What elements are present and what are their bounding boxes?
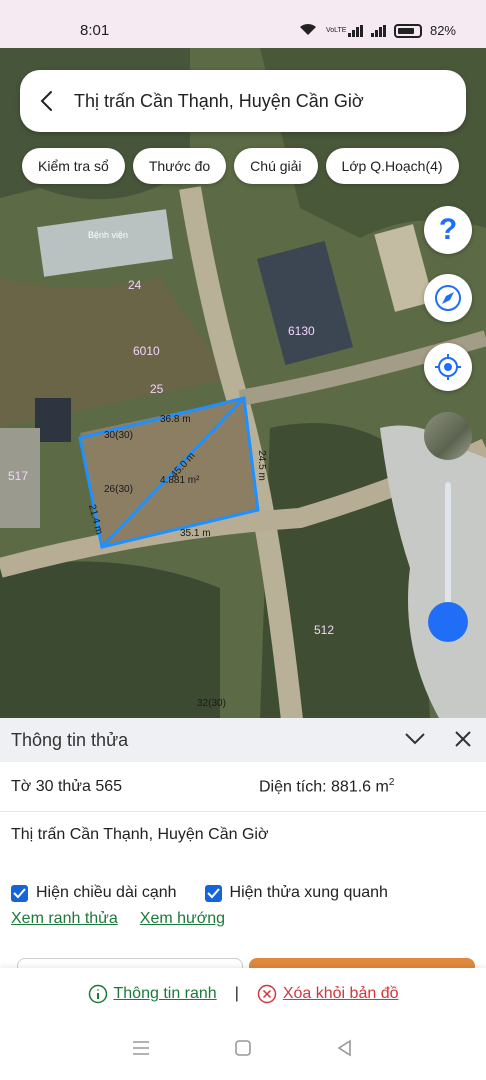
show-edge-length-checkbox[interactable]: Hiện chiều dài cạnh: [11, 884, 177, 902]
footer-actions: Thông tin ranh | Xóa khỏi bản đồ: [0, 968, 486, 1020]
menu-icon[interactable]: [132, 1040, 150, 1061]
parcel-label: 26(30): [104, 484, 133, 495]
checkbox-checked-icon: [11, 884, 28, 902]
map-chip-row: Kiểm tra sổ Thước đo Chú giải Lớp Q.Hoạc…: [22, 148, 459, 184]
parcel-info-sheet: Thông tin thửa Tờ 30 thửa 565 Diện tích:…: [0, 718, 486, 968]
location-title: Thị trấn Cần Thạnh, Huyện Cần Giờ: [74, 90, 364, 111]
opacity-slider-thumb[interactable]: [428, 602, 468, 642]
parcel-area-label: 4.881 m²: [160, 475, 200, 486]
parcel-label: 6010: [133, 344, 160, 358]
parcel-label: 517: [8, 469, 29, 483]
battery-icon: [393, 23, 422, 38]
parcel-label: 30(30): [104, 430, 133, 441]
back-button[interactable]: [20, 70, 74, 132]
parcel-label: 512: [314, 623, 335, 637]
show-surrounding-checkbox[interactable]: Hiện thửa xung quanh: [204, 884, 388, 902]
parcel-address: Thị trấn Cần Thạnh, Huyện Cần Giờ: [11, 826, 269, 843]
system-nav-bar: [0, 1020, 486, 1080]
chevron-down-icon[interactable]: [404, 730, 426, 753]
volte-label: VoLTE: [325, 27, 347, 34]
battery-percent: 82%: [429, 23, 456, 38]
remove-circle-icon: [257, 984, 277, 1004]
sheet-links: Xem ranh thửa Xem hướng: [0, 910, 486, 928]
compass-icon: [435, 285, 461, 311]
edge-bottom-length: 35.1 m: [180, 528, 211, 539]
status-time: 8:01: [80, 22, 110, 39]
signal-icon-2: [370, 24, 386, 37]
search-bar[interactable]: Thị trấn Cần Thạnh, Huyện Cần Giờ: [20, 70, 466, 132]
checkbox-checked-icon: [204, 884, 222, 902]
home-icon[interactable]: [234, 1039, 252, 1062]
opacity-slider-track[interactable]: [445, 482, 451, 622]
ruler-chip[interactable]: Thước đo: [132, 148, 227, 184]
view-direction-link[interactable]: Xem hướng: [140, 910, 225, 928]
info-icon: [88, 984, 107, 1004]
edge-right-length: 24.5 m: [255, 450, 267, 481]
planning-layer-chip[interactable]: Lớp Q.Hoạch(4): [325, 148, 459, 184]
show-edge-length-label: Hiện chiều dài cạnh: [36, 884, 177, 901]
question-icon: ?: [438, 213, 458, 246]
base-layer-toggle[interactable]: [424, 412, 472, 460]
back-arrow-icon: [40, 91, 52, 111]
help-button[interactable]: ?: [424, 206, 472, 254]
parcel-label: 24: [128, 278, 142, 292]
parcel-label: 32(30): [197, 698, 226, 709]
footer-separator: |: [234, 985, 239, 1002]
parcel-label: 6130: [288, 324, 315, 338]
sheet-title: Thông tin thửa: [11, 729, 129, 750]
building-label: Bệnh viện: [88, 230, 129, 240]
wifi-icon: [298, 22, 318, 39]
parcel-summary-row: Tờ 30 thửa 565 Diện tích: 881.6 m2: [0, 762, 486, 812]
close-icon[interactable]: [454, 730, 472, 753]
locate-icon: [435, 354, 461, 380]
check-certificate-chip[interactable]: Kiểm tra sổ: [22, 148, 125, 184]
parcel-label: 25: [150, 382, 164, 396]
edge-top-length: 36.8 m: [160, 414, 191, 425]
signal-icon: [347, 24, 363, 37]
legend-chip[interactable]: Chú giải: [234, 148, 318, 184]
parcel-area: Diện tích: 881.6 m2: [259, 776, 395, 796]
compass-button[interactable]: [424, 274, 472, 322]
view-boundary-link[interactable]: Xem ranh thửa: [11, 910, 118, 928]
show-surrounding-label: Hiện thửa xung quanh: [229, 884, 388, 901]
back-nav-icon[interactable]: [336, 1039, 354, 1062]
remove-from-map-link[interactable]: Xóa khỏi bản đồ: [257, 984, 399, 1004]
parcel-number: Tờ 30 thửa 565: [11, 777, 123, 795]
options-row: Hiện chiều dài cạnh Hiện thửa xung quanh: [0, 862, 486, 910]
status-icons: VoLTE 82%: [298, 22, 456, 39]
sheet-header: Thông tin thửa: [0, 718, 486, 762]
boundary-info-link[interactable]: Thông tin ranh: [88, 984, 217, 1004]
status-bar: 8:01 VoLTE 82%: [0, 0, 486, 48]
my-location-button[interactable]: [424, 343, 472, 391]
